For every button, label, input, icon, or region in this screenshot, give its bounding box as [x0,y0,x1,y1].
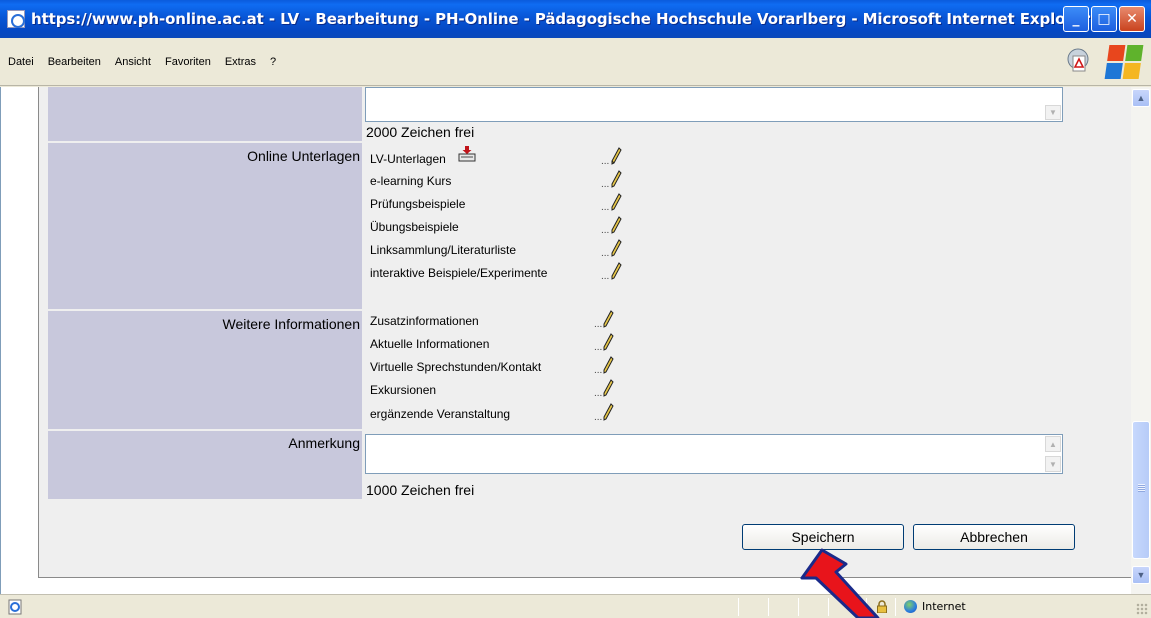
textarea-scrollbar[interactable]: ▼ [1045,89,1061,120]
page-content: ▼ 2000 Zeichen frei Online Unterlagen LV… [0,87,1131,594]
menu-bearbeiten[interactable]: Bearbeiten [48,56,101,68]
anmerkung-textarea[interactable]: ▲ ▼ [365,434,1063,474]
description-char-counter: 2000 Zeichen frei [366,124,475,140]
description-textarea[interactable]: ▼ [365,87,1063,122]
window-controls: _ □ ✕ [1063,6,1145,32]
weitere-informationen-label: Weitere Informationen [222,316,360,332]
title-bar: https://www.ph-online.ac.at - LV - Bearb… [0,0,1151,38]
security-zone: Internet [922,600,966,613]
window-title: https://www.ph-online.ac.at - LV - Bearb… [31,10,1091,28]
label-cell-top [48,87,362,141]
menu-extras[interactable]: Extras [225,56,256,68]
scroll-down-icon[interactable]: ▼ [1132,566,1150,584]
red-arrow-annotation [800,548,880,618]
label-cell-online-unterlagen [48,143,362,309]
close-button[interactable]: ✕ [1119,6,1145,32]
maximize-button[interactable]: □ [1091,6,1117,32]
pencil-icon[interactable] [610,239,622,257]
pencil-icon[interactable] [610,147,622,165]
anmerkung-label: Anmerkung [288,435,360,451]
pencil-icon[interactable] [602,403,614,421]
edit-dots: ... [601,248,610,259]
pruefungsbeispiele-label[interactable]: Prüfungsbeispiele [370,197,465,211]
save-button[interactable]: Speichern [742,524,904,550]
edit-dots: ... [601,179,610,190]
scroll-up-icon[interactable]: ▲ [1045,436,1061,452]
pencil-icon[interactable] [610,262,622,280]
pencil-icon[interactable] [602,310,614,328]
aktuelle-informationen-label[interactable]: Aktuelle Informationen [370,337,489,351]
lv-unterlagen-label[interactable]: LV-Unterlagen [370,152,446,166]
zusatzinformationen-label[interactable]: Zusatzinformationen [370,314,479,328]
interaktive-beispiele-label[interactable]: interaktive Beispiele/Experimente [370,266,547,280]
exkursionen-label[interactable]: Exkursionen [370,383,436,397]
ie-page-icon [7,10,25,28]
pdf-icon[interactable] [1065,47,1091,77]
resize-grip[interactable] [1136,603,1148,615]
menu-help[interactable]: ? [270,56,276,68]
minimize-button[interactable]: _ [1063,6,1089,32]
menu-favoriten[interactable]: Favoriten [165,56,211,68]
edit-dots: ... [601,271,610,282]
virtuelle-sprechstunden-label[interactable]: Virtuelle Sprechstunden/Kontakt [370,360,541,374]
download-icon[interactable] [457,144,477,164]
scroll-thumb[interactable] [1132,421,1150,559]
ergaenzende-veranstaltung-label[interactable]: ergänzende Veranstaltung [370,407,510,421]
pencil-icon[interactable] [602,379,614,397]
textarea-scrollbar[interactable]: ▲ ▼ [1045,436,1061,472]
scroll-down-icon[interactable]: ▼ [1045,104,1061,120]
pencil-icon[interactable] [610,193,622,211]
pencil-icon[interactable] [602,356,614,374]
elearning-kurs-label[interactable]: e-learning Kurs [370,174,451,188]
scroll-down-icon[interactable]: ▼ [1045,456,1061,472]
status-bar: Internet [0,594,1151,618]
anmerkung-char-counter: 1000 Zeichen frei [366,482,475,498]
ie-page-icon [8,599,22,615]
linksammlung-label[interactable]: Linksammlung/Literaturliste [370,243,516,257]
scroll-up-icon[interactable]: ▲ [1132,89,1150,107]
menu-ansicht[interactable]: Ansicht [115,56,151,68]
globe-icon [904,600,917,613]
edit-dots: ... [601,156,610,167]
edit-dots: ... [601,225,610,236]
menu-bar: Datei Bearbeiten Ansicht Favoriten Extra… [0,38,1151,86]
windows-logo-icon [1104,45,1144,79]
uebungsbeispiele-label[interactable]: Übungsbeispiele [370,220,459,234]
pencil-icon[interactable] [610,216,622,234]
pencil-icon[interactable] [602,333,614,351]
menu-datei[interactable]: Datei [8,56,34,68]
form-panel: ▼ 2000 Zeichen frei Online Unterlagen LV… [38,87,1131,578]
cancel-button[interactable]: Abbrechen [913,524,1075,550]
page-scrollbar[interactable]: ▲ ▼ [1131,87,1151,594]
online-unterlagen-label: Online Unterlagen [247,148,360,164]
pencil-icon[interactable] [610,170,622,188]
edit-dots: ... [601,202,610,213]
